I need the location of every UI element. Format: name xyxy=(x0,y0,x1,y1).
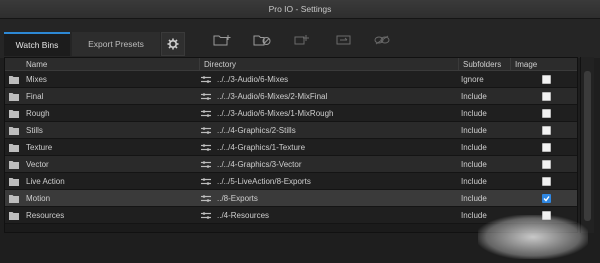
row-subfolders[interactable]: Include xyxy=(461,190,487,207)
folder-icon xyxy=(9,143,19,152)
scrollbar-thumb[interactable] xyxy=(584,71,591,221)
row-subfolders[interactable]: Include xyxy=(461,173,487,190)
row-subfolders[interactable]: Ignore xyxy=(461,71,484,88)
folder-icon xyxy=(9,92,19,101)
remove-folder-button[interactable] xyxy=(252,33,272,47)
checkmark-icon xyxy=(543,196,550,202)
tag-button[interactable] xyxy=(334,33,354,47)
table-row[interactable]: Texture ../../4-Graphics/1-Texture Include xyxy=(5,139,577,156)
row-directory: ../4-Resources xyxy=(217,211,270,220)
image-sequences-checkbox[interactable] xyxy=(542,92,551,101)
column-header-subfolders[interactable]: Subfolders xyxy=(458,58,510,71)
row-directory: ../../4-Graphics/3-Vector xyxy=(217,160,302,169)
row-subfolders[interactable]: Include xyxy=(461,88,487,105)
row-name: Stills xyxy=(26,126,43,135)
image-sequences-checkbox[interactable] xyxy=(542,160,551,169)
settings-button[interactable] xyxy=(161,32,185,56)
table-row[interactable]: Rough ../../3-Audio/6-Mixes/1-MixRough Inc… xyxy=(5,105,577,122)
row-name: Vector xyxy=(26,160,49,169)
row-directory: ../../4-Graphics/1-Texture xyxy=(217,143,306,152)
table-header: Name Directory Subfolders Image Sequence… xyxy=(5,58,577,82)
row-name: Resources xyxy=(26,211,65,220)
directory-settings-icon[interactable] xyxy=(201,194,211,203)
row-subfolders[interactable]: Include xyxy=(461,105,487,122)
image-sequences-checkbox[interactable] xyxy=(542,143,551,152)
table-row[interactable]: Motion ../8-Exports Include xyxy=(5,190,577,207)
row-name: Rough xyxy=(26,109,50,118)
row-name: Texture xyxy=(26,143,53,152)
row-name: Motion xyxy=(26,194,51,203)
image-sequences-checkbox[interactable] xyxy=(542,126,551,135)
table-row[interactable]: Vector ../../4-Graphics/3-Vector Include xyxy=(5,156,577,173)
row-directory: ../../3-Audio/6-Mixes/1-MixRough xyxy=(217,109,334,118)
table-row[interactable]: Stills ../../4-Graphics/2-Stills Include xyxy=(5,122,577,139)
tag-icon xyxy=(336,35,351,45)
table-body: Mixes ../../3-Audio/6-Mixes Ignore Final ../… xyxy=(5,71,577,224)
row-name: Mixes xyxy=(26,75,47,84)
vertical-scrollbar[interactable] xyxy=(580,57,594,233)
image-sequences-checkbox[interactable] xyxy=(542,109,551,118)
folder-icon xyxy=(9,126,19,135)
remove-folder-icon xyxy=(253,35,271,46)
row-subfolders[interactable]: Include xyxy=(461,139,487,156)
row-directory: ../../5-LiveAction/8-Exports xyxy=(217,177,311,186)
column-header-image-sequences[interactable]: Image Sequences xyxy=(510,58,577,82)
row-subfolders[interactable]: Include xyxy=(461,122,487,139)
gear-icon xyxy=(167,38,179,50)
folder-icon xyxy=(9,177,19,186)
directory-settings-icon[interactable] xyxy=(201,143,211,152)
row-name: Live Action xyxy=(26,177,65,186)
watch-bins-table: Name Directory Subfolders Image Sequence… xyxy=(4,57,578,233)
folder-icon xyxy=(9,211,19,220)
column-header-name[interactable]: Name xyxy=(5,58,199,71)
table-row[interactable]: Live Action ../../5-LiveAction/8-Exports I… xyxy=(5,173,577,190)
row-name: Final xyxy=(26,92,44,101)
folder-icon xyxy=(9,109,19,118)
folder-icon xyxy=(9,194,19,203)
tab-export-presets[interactable]: Export Presets xyxy=(72,32,160,56)
add-item-button[interactable] xyxy=(292,33,312,47)
unlink-button[interactable] xyxy=(372,33,392,47)
window-title: Pro IO - Settings xyxy=(0,0,600,19)
new-folder-button[interactable] xyxy=(212,33,232,47)
new-folder-icon xyxy=(213,35,231,46)
image-sequences-checkbox[interactable] xyxy=(542,75,551,84)
directory-settings-icon[interactable] xyxy=(201,75,211,84)
watermark xyxy=(478,215,588,259)
directory-settings-icon[interactable] xyxy=(201,177,211,186)
table-row[interactable]: Final ../../3-Audio/6-Mixes/2-MixFinal Inc… xyxy=(5,88,577,105)
directory-settings-icon[interactable] xyxy=(201,109,211,118)
unlink-icon xyxy=(374,35,390,45)
row-directory: ../../4-Graphics/2-Stills xyxy=(217,126,296,135)
image-sequences-checkbox[interactable] xyxy=(542,177,551,186)
table-row[interactable]: Mixes ../../3-Audio/6-Mixes Ignore xyxy=(5,71,577,88)
add-item-icon xyxy=(294,35,309,45)
directory-settings-icon[interactable] xyxy=(201,92,211,101)
row-directory: ../../3-Audio/6-Mixes/2-MixFinal xyxy=(217,92,328,101)
directory-settings-icon[interactable] xyxy=(201,211,211,220)
column-header-directory[interactable]: Directory xyxy=(199,58,458,71)
row-directory: ../8-Exports xyxy=(217,194,258,203)
directory-settings-icon[interactable] xyxy=(201,160,211,169)
folder-icon xyxy=(9,160,19,169)
image-sequences-checkbox[interactable] xyxy=(542,194,551,203)
directory-settings-icon[interactable] xyxy=(201,126,211,135)
folder-icon xyxy=(9,75,19,84)
row-subfolders[interactable]: Include xyxy=(461,156,487,173)
tab-watch-bins[interactable]: Watch Bins xyxy=(4,32,70,56)
row-directory: ../../3-Audio/6-Mixes xyxy=(217,75,289,84)
